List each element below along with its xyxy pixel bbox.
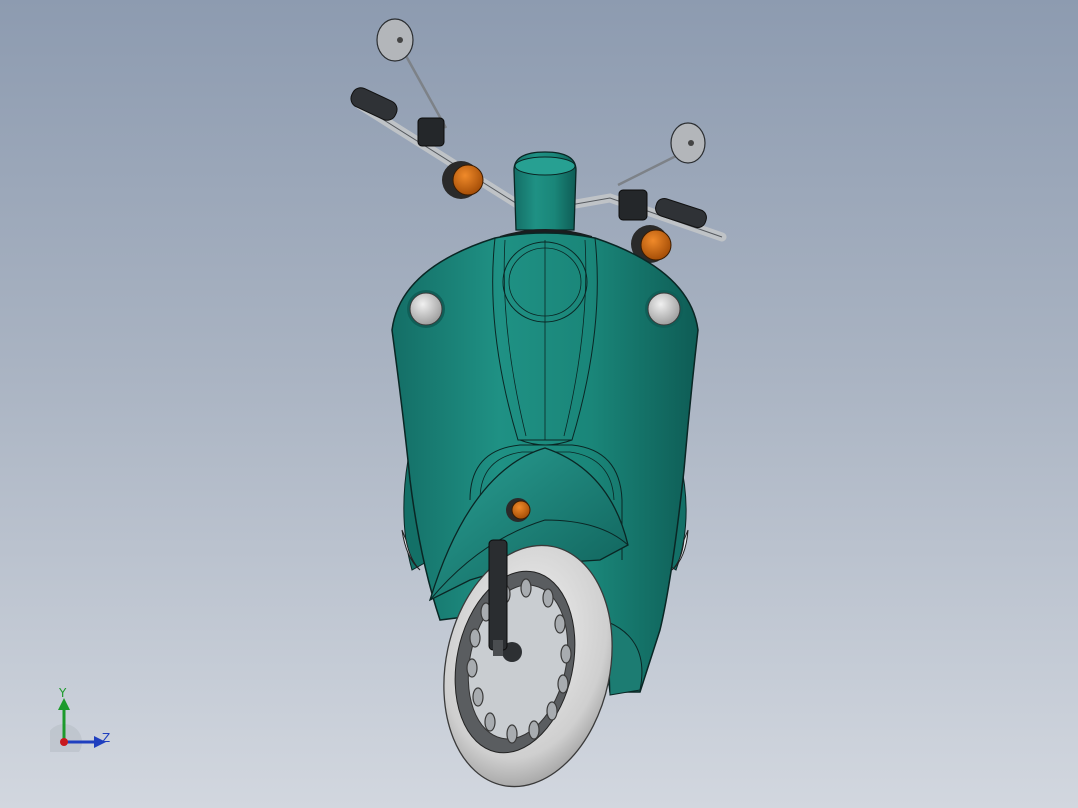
z-axis-label: Z — [102, 731, 111, 745]
right-lamp — [645, 290, 683, 328]
y-axis-label: Y — [59, 686, 67, 700]
left-indicator — [442, 161, 484, 199]
scooter-model[interactable] — [0, 0, 1078, 808]
graphics-viewport[interactable]: Y Z — [0, 0, 1078, 808]
front-fork — [488, 539, 508, 656]
right-mirror[interactable] — [617, 122, 706, 187]
left-lamp — [407, 290, 445, 328]
right-switch — [618, 189, 648, 221]
left-switch — [417, 117, 445, 147]
fender-indicator — [511, 500, 531, 520]
